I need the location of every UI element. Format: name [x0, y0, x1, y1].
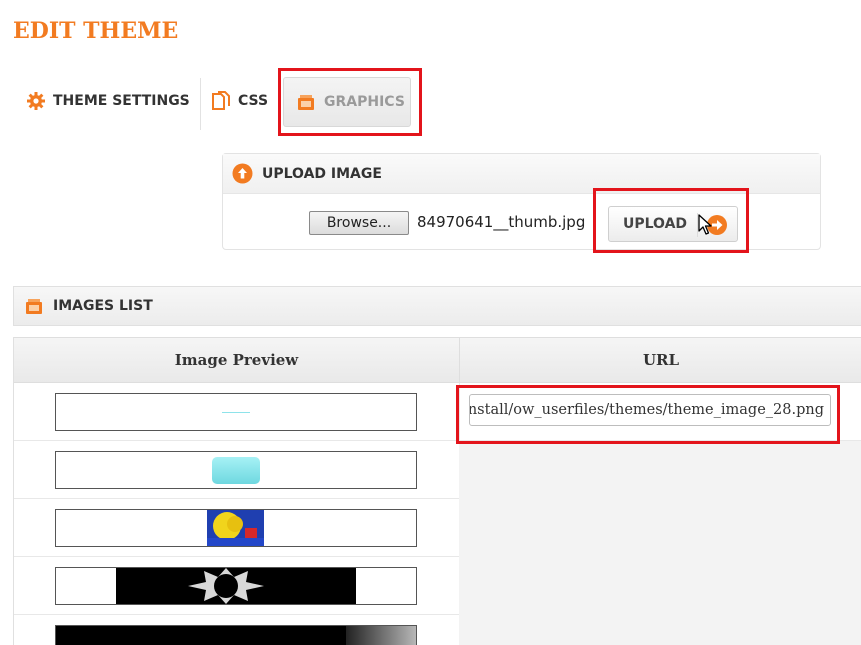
selected-file-name: 84970641__thumb.jpg: [417, 213, 586, 231]
highlight-box: [278, 68, 422, 136]
upload-image-title: UPLOAD IMAGE: [262, 165, 382, 182]
highlight-box: [456, 385, 840, 444]
tab-css[interactable]: CSS: [212, 76, 268, 126]
page-title: EDIT THEME: [13, 18, 179, 44]
tab-theme-settings[interactable]: THEME SETTINGS: [27, 76, 190, 126]
tab-label: CSS: [238, 93, 269, 109]
image-preview-dark[interactable]: [55, 625, 417, 645]
column-header-url: URL: [460, 337, 861, 383]
file-copy-icon: [212, 91, 230, 111]
image-preview-cyan-line[interactable]: [55, 393, 417, 431]
blurred-url-area: [459, 441, 861, 645]
gear-icon: [27, 92, 45, 110]
image-preview-star[interactable]: [55, 567, 417, 605]
images-list-header: IMAGES LIST: [13, 286, 861, 326]
column-header-preview: Image Preview: [14, 337, 460, 383]
browse-button[interactable]: Browse...: [309, 211, 409, 235]
image-preview-cyan-button[interactable]: [55, 451, 417, 489]
images-icon: [24, 297, 44, 315]
images-table: Image Preview URL nstall/ow_userfiles/th…: [13, 337, 861, 645]
tab-divider: [200, 78, 201, 130]
image-preview-photo[interactable]: [55, 509, 417, 547]
tab-label: THEME SETTINGS: [53, 93, 190, 109]
images-list-title: IMAGES LIST: [53, 298, 153, 314]
upload-arrow-icon: [232, 163, 253, 184]
highlight-box: [593, 188, 749, 253]
mouse-cursor-icon: [698, 214, 712, 240]
